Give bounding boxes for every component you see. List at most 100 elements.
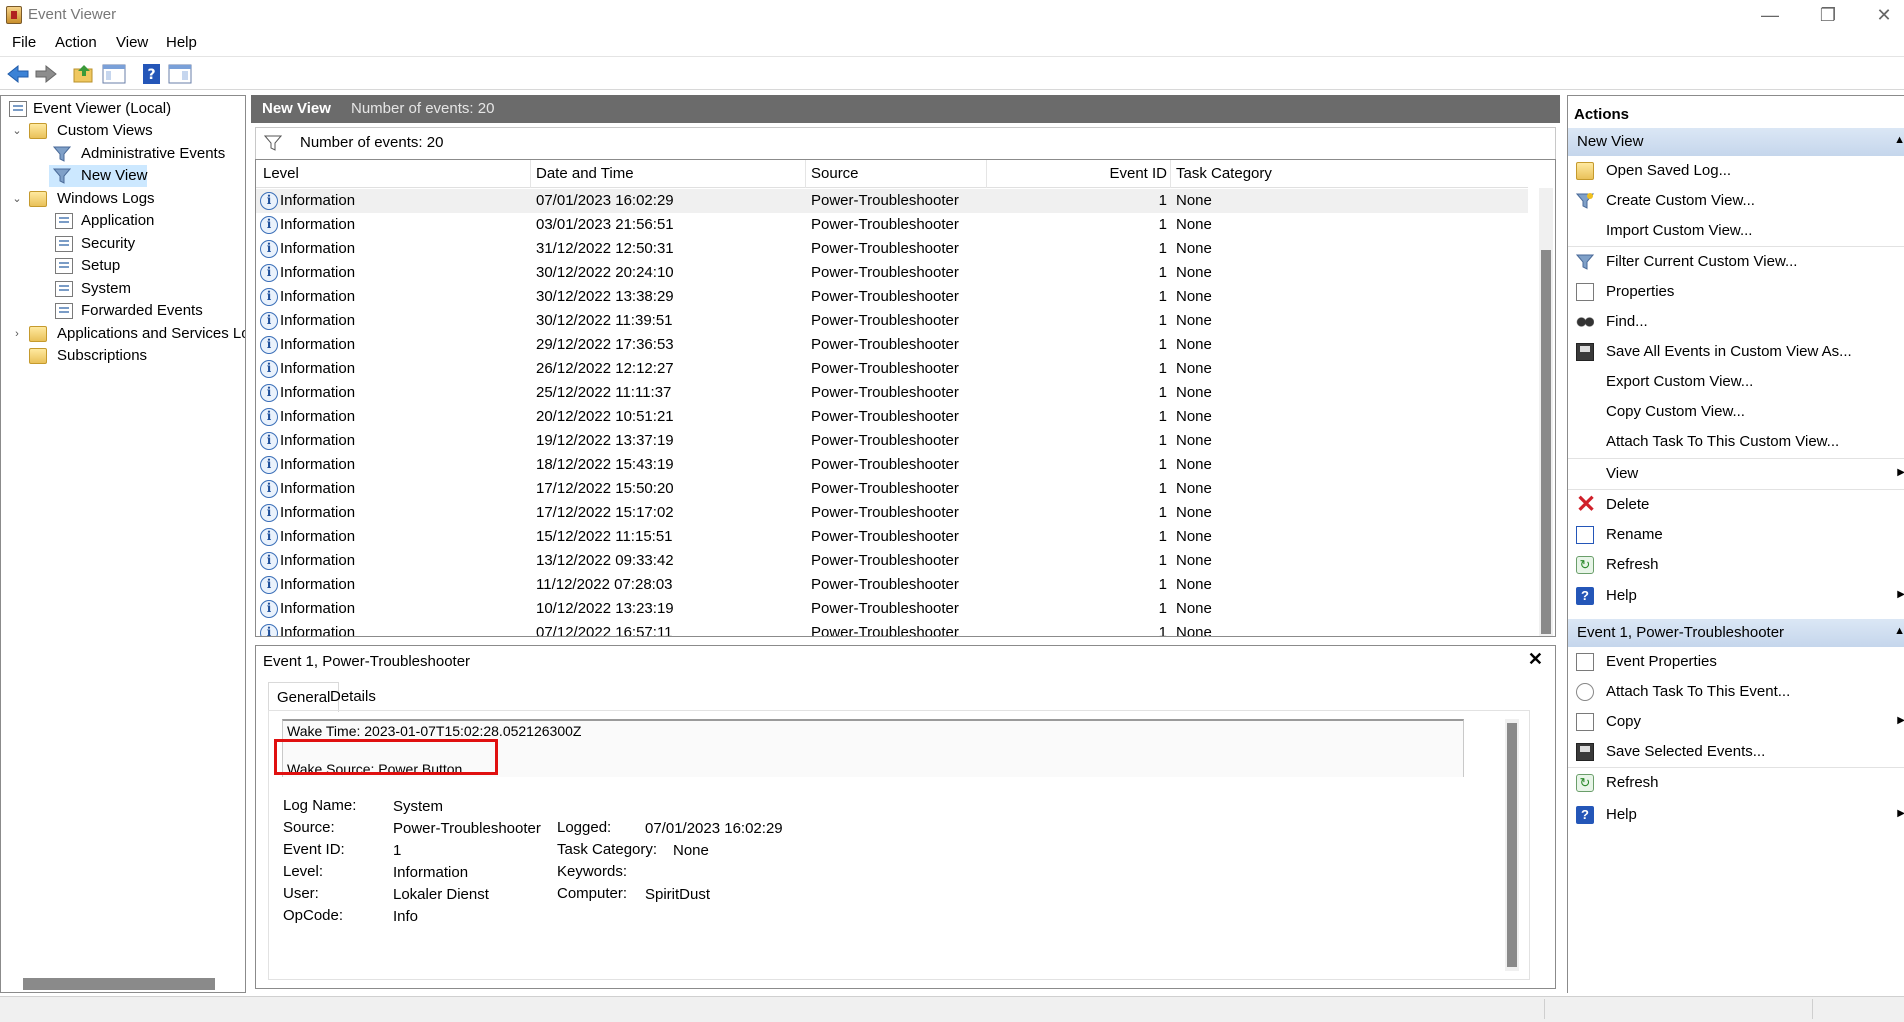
- details-title: Event 1, Power-Troubleshooter: [263, 653, 471, 670]
- menu-file[interactable]: File: [12, 34, 36, 51]
- tree-item-new-view[interactable]: New View: [1, 165, 245, 187]
- show-hide-tree-icon[interactable]: [102, 63, 126, 85]
- chevron-down-icon[interactable]: ⌄: [11, 120, 23, 142]
- table-row[interactable]: i Information 31/12/2022 12:50:31 Power-Tro…: [256, 237, 1528, 261]
- tree-item-subscriptions[interactable]: Subscriptions: [1, 345, 245, 367]
- table-row[interactable]: i Information 07/12/2022 16:57:11 Power-Tro…: [256, 621, 1528, 636]
- menu-view[interactable]: View: [116, 34, 148, 51]
- table-row[interactable]: i Information 18/12/2022 15:43:19 Power-Tro…: [256, 453, 1528, 477]
- submenu-arrow-icon: ▶: [1897, 808, 1904, 819]
- tree-item-application[interactable]: Application: [1, 210, 245, 232]
- filter-icon: [1575, 253, 1595, 271]
- cell-source: Power-Troubleshooter: [811, 192, 959, 209]
- action-export-custom-view[interactable]: Export Custom View...: [1568, 367, 1904, 397]
- column-header-source[interactable]: Source: [811, 165, 859, 182]
- collapse-arrow-icon[interactable]: ▲: [1894, 625, 1904, 637]
- help-icon[interactable]: ?: [140, 63, 164, 85]
- cell-level: Information: [280, 216, 356, 233]
- up-folder-icon[interactable]: [72, 63, 96, 85]
- action-help-event[interactable]: ?Help▶: [1568, 800, 1904, 830]
- back-arrow-icon[interactable]: [6, 63, 30, 85]
- minimize-button[interactable]: —: [1742, 2, 1798, 28]
- restore-button[interactable]: ❐: [1800, 2, 1856, 28]
- action-refresh-event[interactable]: ↻ Refresh: [1568, 768, 1904, 798]
- table-row[interactable]: i Information 25/12/2022 11:11:37 Power-Tro…: [256, 381, 1528, 405]
- table-row[interactable]: i Information 17/12/2022 15:50:20 Power-Tro…: [256, 477, 1528, 501]
- table-row[interactable]: i Information 20/12/2022 10:51:21 Power-Tro…: [256, 405, 1528, 429]
- table-row[interactable]: i Information 17/12/2022 15:17:02 Power-Tro…: [256, 501, 1528, 525]
- action-save-all-events[interactable]: Save All Events in Custom View As...: [1568, 337, 1904, 367]
- table-row[interactable]: i Information 03/01/2023 21:56:51 Power-Tro…: [256, 213, 1528, 237]
- tree-item-setup[interactable]: Setup: [1, 255, 245, 277]
- action-find[interactable]: Find...: [1568, 307, 1904, 337]
- tab-details[interactable]: Details: [322, 682, 384, 712]
- rename-icon: [1576, 526, 1594, 544]
- action-event-properties[interactable]: Event Properties: [1568, 647, 1904, 677]
- tree-item-apps-services[interactable]: › Applications and Services Logs: [1, 323, 245, 345]
- tree-item-root[interactable]: Event Viewer (Local): [1, 98, 245, 120]
- close-details-icon[interactable]: ✕: [1528, 649, 1543, 670]
- tree-item-administrative-events[interactable]: Administrative Events: [1, 143, 245, 165]
- grid-scrollbar-thumb[interactable]: [1541, 250, 1551, 634]
- chevron-down-icon[interactable]: ⌄: [11, 188, 23, 210]
- action-attach-task-custom-view[interactable]: Attach Task To This Custom View...: [1568, 427, 1904, 457]
- table-row[interactable]: i Information 19/12/2022 13:37:19 Power-Tro…: [256, 429, 1528, 453]
- table-row[interactable]: i Information 13/12/2022 09:33:42 Power-Tro…: [256, 549, 1528, 573]
- actions-section-event[interactable]: Event 1, Power-Troubleshooter ▲: [1568, 619, 1904, 647]
- table-row[interactable]: i Information 29/12/2022 17:36:53 Power-Tro…: [256, 333, 1528, 357]
- table-row[interactable]: i Information 30/12/2022 20:24:10 Power-Tro…: [256, 261, 1528, 285]
- table-row[interactable]: i Information 26/12/2022 12:12:27 Power-Tro…: [256, 357, 1528, 381]
- action-rename[interactable]: Rename: [1568, 520, 1904, 550]
- chevron-right-icon[interactable]: ›: [11, 323, 23, 345]
- column-header-datetime[interactable]: Date and Time: [536, 165, 634, 182]
- details-vertical-scrollbar[interactable]: [1505, 719, 1519, 971]
- column-divider[interactable]: [805, 160, 806, 188]
- forward-arrow-icon[interactable]: [34, 63, 58, 85]
- cell-datetime: 18/12/2022 15:43:19: [536, 456, 674, 473]
- action-attach-task-event[interactable]: Attach Task To This Event...: [1568, 677, 1904, 707]
- tree-horizontal-scrollbar[interactable]: [23, 978, 215, 990]
- tree-item-windows-logs[interactable]: ⌄ Windows Logs: [1, 188, 245, 210]
- table-row[interactable]: i Information 15/12/2022 11:15:51 Power-Tro…: [256, 525, 1528, 549]
- action-help[interactable]: ?Help▶: [1568, 581, 1904, 611]
- table-row[interactable]: i Information 30/12/2022 13:38:29 Power-Tro…: [256, 285, 1528, 309]
- cell-event-id: 1: [1158, 312, 1167, 329]
- column-divider[interactable]: [1170, 160, 1171, 188]
- column-header-event-id[interactable]: Event ID: [1067, 165, 1167, 182]
- action-filter-current-custom-view[interactable]: Filter Current Custom View...: [1568, 247, 1904, 277]
- action-save-selected-events[interactable]: Save Selected Events...: [1568, 737, 1904, 767]
- close-window-button[interactable]: ✕: [1856, 2, 1904, 28]
- action-view[interactable]: View▶: [1568, 459, 1904, 489]
- action-import-custom-view[interactable]: Import Custom View...: [1568, 216, 1904, 246]
- action-create-custom-view[interactable]: Create Custom View...: [1568, 186, 1904, 216]
- menu-help[interactable]: Help: [166, 34, 197, 51]
- label-log-name: Log Name:: [283, 797, 357, 814]
- action-open-saved-log[interactable]: Open Saved Log...: [1568, 156, 1904, 186]
- actions-section-new-view[interactable]: New View ▲: [1568, 128, 1904, 156]
- table-row[interactable]: i Information 07/01/2023 16:02:29 Power-Tro…: [256, 189, 1528, 213]
- column-divider[interactable]: [530, 160, 531, 188]
- action-properties[interactable]: Properties: [1568, 277, 1904, 307]
- tree-item-forwarded-events[interactable]: Forwarded Events: [1, 300, 245, 322]
- column-header-task-category[interactable]: Task Category: [1176, 165, 1272, 182]
- cell-level: Information: [280, 480, 356, 497]
- table-row[interactable]: i Information 30/12/2022 11:39:51 Power-Tro…: [256, 309, 1528, 333]
- help-icon: ?: [1576, 806, 1594, 824]
- action-refresh[interactable]: ↻ Refresh: [1568, 550, 1904, 580]
- table-row[interactable]: i Information 10/12/2022 13:23:19 Power-Tro…: [256, 597, 1528, 621]
- action-copy[interactable]: Copy▶: [1568, 707, 1904, 737]
- column-divider[interactable]: [986, 160, 987, 188]
- tree-item-system[interactable]: System: [1, 278, 245, 300]
- tree-item-custom-views[interactable]: ⌄ Custom Views: [1, 120, 245, 142]
- collapse-arrow-icon[interactable]: ▲: [1894, 134, 1904, 146]
- action-copy-custom-view[interactable]: Copy Custom View...: [1568, 397, 1904, 427]
- column-header-level[interactable]: Level: [263, 165, 299, 182]
- information-icon: i: [260, 384, 278, 402]
- filter-icon: [52, 146, 72, 162]
- table-row[interactable]: i Information 11/12/2022 07:28:03 Power-Tro…: [256, 573, 1528, 597]
- show-hide-action-pane-icon[interactable]: [168, 63, 192, 85]
- action-delete[interactable]: ✕ Delete: [1568, 490, 1904, 520]
- tree-item-security[interactable]: Security: [1, 233, 245, 255]
- menu-action[interactable]: Action: [55, 34, 97, 51]
- details-scrollbar-thumb[interactable]: [1507, 723, 1517, 967]
